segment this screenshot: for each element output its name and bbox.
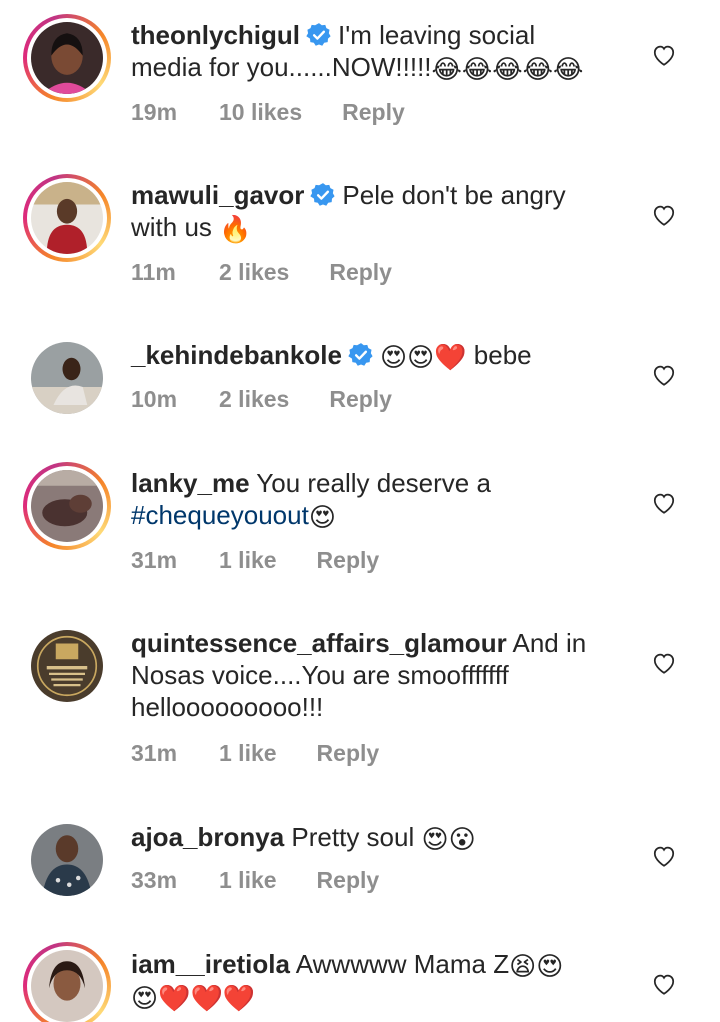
avatar-wrap[interactable] (23, 816, 111, 904)
heart-eyes-emoji-icon: 😍 (308, 503, 336, 533)
avatar-story-ring[interactable] (23, 14, 111, 102)
likes-count[interactable]: 1 like (219, 546, 277, 574)
timestamp: 31m (131, 740, 178, 766)
avatar (31, 824, 103, 896)
avatar-story-ring[interactable] (23, 942, 111, 1022)
comment-body: I'm leaving social (338, 20, 536, 50)
heart-eyes-emoji-icon: 😍😍❤️ (379, 343, 467, 373)
comment-meta: 33m 1 like Reply (131, 866, 379, 894)
laughing-emoji-icon: 😂😂😂😂😂 (431, 55, 584, 85)
reply-button[interactable]: Reply (317, 739, 380, 767)
comment-text: ajoa_bronya Pretty soul 😍😮 (131, 821, 631, 853)
avatar (31, 342, 103, 414)
timestamp: 11m (131, 259, 176, 285)
avatar (31, 630, 103, 702)
verified-badge-icon (348, 343, 373, 366)
tired-face-emoji-icon: 😫😍 (509, 952, 564, 982)
hashtag-link[interactable]: #chequeyouout (131, 500, 309, 530)
comment-meta: 31m 1 like Reply (131, 739, 379, 767)
username[interactable]: ajoa_bronya (131, 822, 284, 852)
reply-button[interactable]: Reply (317, 866, 380, 894)
comment-meta: 10m 2 likes Reply (131, 385, 392, 413)
reply-button[interactable]: Reply (329, 258, 392, 286)
reply-button[interactable]: Reply (342, 98, 405, 126)
avatar (31, 22, 103, 94)
avatar-story-ring[interactable] (23, 462, 111, 550)
timestamp: 10m (131, 386, 178, 412)
like-heart-icon[interactable] (651, 843, 677, 869)
comment-text: theonlychigul I'm leaving social media fo… (131, 19, 631, 83)
comment-body: with us (131, 212, 212, 242)
comment-body: And in (512, 628, 587, 658)
avatar-wrap[interactable] (23, 622, 111, 710)
verified-badge-icon (310, 183, 335, 206)
comment-body: You really deserve a (256, 468, 491, 498)
timestamp: 33m (131, 867, 178, 893)
reply-button[interactable]: Reply (329, 385, 392, 413)
comment-body: Pele don't be angry (342, 180, 566, 210)
fire-emoji-icon: 🔥 (219, 215, 252, 245)
avatar-wrap[interactable] (23, 334, 111, 422)
avatar (31, 470, 103, 542)
username[interactable]: _kehindebankole (131, 340, 342, 370)
avatar (31, 950, 103, 1022)
comment-body: media for you......NOW!!!!! (131, 52, 432, 82)
comment-body: Nosas voice....You are smoofffffff (131, 660, 509, 690)
like-heart-icon[interactable] (651, 971, 677, 997)
username[interactable]: theonlychigul (131, 20, 300, 50)
username[interactable]: lanky_me (131, 468, 250, 498)
comment-body: hellooooooooo!!! (131, 692, 324, 722)
username[interactable]: quintessence_affairs_glamour (131, 628, 507, 658)
comment-body: bebe (473, 340, 532, 370)
timestamp: 19m (131, 99, 178, 125)
comment-text: mawuli_gavor Pele don't be angry with us … (131, 179, 631, 243)
avatar-story-ring[interactable] (23, 174, 111, 262)
like-heart-icon[interactable] (651, 490, 677, 516)
username[interactable]: iam__iretiola (131, 949, 290, 979)
comment-text: quintessence_affairs_glamour And in Nosa… (131, 627, 631, 723)
heart-eyes-emoji-icon: 😍❤️❤️❤️ (131, 984, 256, 1014)
comment-meta: 19m 10 likes Reply (131, 98, 405, 126)
comment-body: Pretty soul (291, 822, 415, 852)
comment-meta: 11m 2 likes Reply (131, 258, 392, 286)
like-heart-icon[interactable] (651, 650, 677, 676)
timestamp: 31m (131, 547, 178, 573)
like-heart-icon[interactable] (651, 202, 677, 228)
likes-count[interactable]: 2 likes (219, 385, 289, 413)
like-heart-icon[interactable] (651, 42, 677, 68)
like-heart-icon[interactable] (651, 362, 677, 388)
verified-badge-icon (306, 23, 331, 46)
comment-body: Awwwww Mama Z (295, 949, 510, 979)
comment-meta: 31m 1 like Reply (131, 546, 379, 574)
username[interactable]: mawuli_gavor (131, 180, 304, 210)
likes-count[interactable]: 1 like (219, 866, 277, 894)
avatar (31, 182, 103, 254)
likes-count[interactable]: 1 like (219, 739, 277, 767)
comment-text: _kehindebankole 😍😍❤️ bebe (131, 339, 631, 371)
likes-count[interactable]: 2 likes (219, 258, 289, 286)
reply-button[interactable]: Reply (317, 546, 380, 574)
comment-text: iam__iretiola Awwwww Mama Z😫😍 😍❤️❤️❤️ (131, 948, 631, 1012)
heart-eyes-emoji-icon: 😍😮 (421, 825, 476, 855)
comment-text: lanky_me You really deserve a #chequeyou… (131, 467, 631, 531)
likes-count[interactable]: 10 likes (219, 98, 302, 126)
